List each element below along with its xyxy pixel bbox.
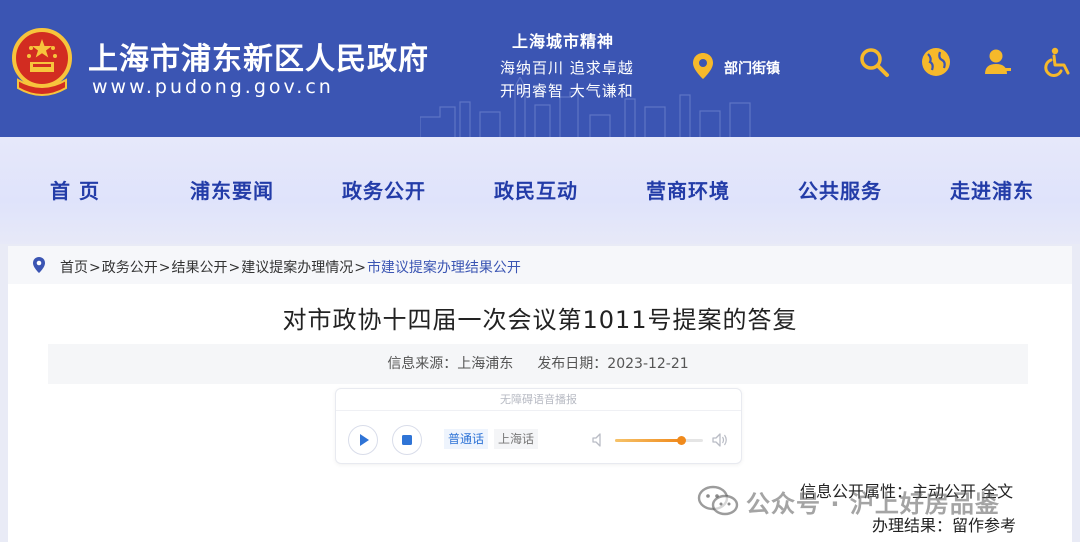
play-icon [360, 434, 369, 446]
breadcrumb-separator: > [89, 260, 101, 276]
player-title: 无障碍语音播报 [336, 389, 741, 411]
location-pin-icon[interactable] [692, 52, 714, 80]
search-icon[interactable] [858, 46, 890, 78]
city-spirit-line-1: 海纳百川 追求卓越 [500, 59, 634, 77]
play-button[interactable] [348, 425, 378, 455]
accessibility-icon[interactable] [1042, 46, 1074, 78]
nav-item-pudong-news[interactable]: 浦东要闻 [190, 175, 274, 204]
location-pin-icon [33, 257, 45, 273]
article-publish-date: 发布日期：2023-12-21 [537, 356, 689, 372]
volume-slider-handle[interactable] [677, 436, 686, 445]
nav-item-about-pudong[interactable]: 走进浦东 [950, 175, 1034, 204]
national-emblem-logo[interactable] [10, 26, 74, 100]
dialect-shanghainese-button[interactable]: 上海话 [494, 429, 539, 449]
breadcrumb-government-affairs[interactable]: 政务公开 [102, 260, 158, 276]
globe-icon[interactable] [920, 46, 952, 78]
article-meta-bar: 信息来源：上海浦东 发布日期：2023-12-21 [48, 344, 1028, 384]
wechat-watermark: 公众号 · 沪上好房品鉴 [696, 482, 1066, 522]
department-street-link[interactable]: 部门街镇 [724, 58, 780, 78]
city-spirit-title: 上海城市精神 [512, 32, 615, 51]
breadcrumb-separator: > [158, 260, 171, 276]
nav-item-home[interactable]: 首 页 [50, 175, 100, 204]
voice-broadcast-player: 无障碍语音播报 普通话 上海话 [335, 388, 742, 464]
volume-low-icon[interactable] [591, 432, 607, 448]
site-title[interactable]: 上海市浦东新区人民政府 [88, 34, 429, 78]
stop-button[interactable] [392, 425, 422, 455]
site-url[interactable]: www.pudong.gov.cn [92, 76, 334, 98]
watermark-text: 公众号 · 沪上好房品鉴 [746, 490, 1000, 518]
city-spirit-line-2: 开明睿智 大气谦和 [500, 82, 634, 100]
breadcrumb: 首页>政务公开>结果公开>建议提案办理情况>市建议提案办理结果公开 [8, 246, 1072, 284]
nav-item-public-services[interactable]: 公共服务 [798, 175, 882, 204]
breadcrumb-results-disclosure[interactable]: 结果公开 [171, 260, 227, 276]
breadcrumb-home[interactable]: 首页 [60, 260, 88, 276]
nav-item-government-affairs[interactable]: 政务公开 [342, 175, 426, 204]
nav-item-business-environment[interactable]: 营商环境 [646, 175, 730, 204]
breadcrumb-separator: > [354, 260, 366, 276]
stop-icon [402, 435, 412, 445]
article-title: 对市政协十四届一次会议第1011号提案的答复 [282, 306, 798, 334]
breadcrumb-separator: > [228, 260, 241, 276]
volume-slider-fill [615, 439, 681, 442]
nav-item-public-interaction[interactable]: 政民互动 [494, 175, 578, 204]
main-navigation: 首 页 浦东要闻 政务公开 政民互动 营商环境 公共服务 走进浦东 [0, 137, 1080, 244]
volume-high-icon[interactable] [712, 432, 728, 448]
dialect-mandarin-button[interactable]: 普通话 [444, 429, 489, 449]
site-header: 上海市浦东新区人民政府 www.pudong.gov.cn 上海城市精神 海纳百… [0, 0, 1080, 137]
volume-slider[interactable] [615, 436, 703, 445]
article-source: 信息来源：上海浦东 [387, 356, 514, 372]
wechat-icon [697, 485, 739, 516]
breadcrumb-proposal-handling[interactable]: 建议提案办理情况 [241, 260, 353, 276]
user-icon[interactable] [982, 46, 1014, 78]
breadcrumb-city-proposal-results[interactable]: 市建议提案办理结果公开 [367, 260, 521, 276]
